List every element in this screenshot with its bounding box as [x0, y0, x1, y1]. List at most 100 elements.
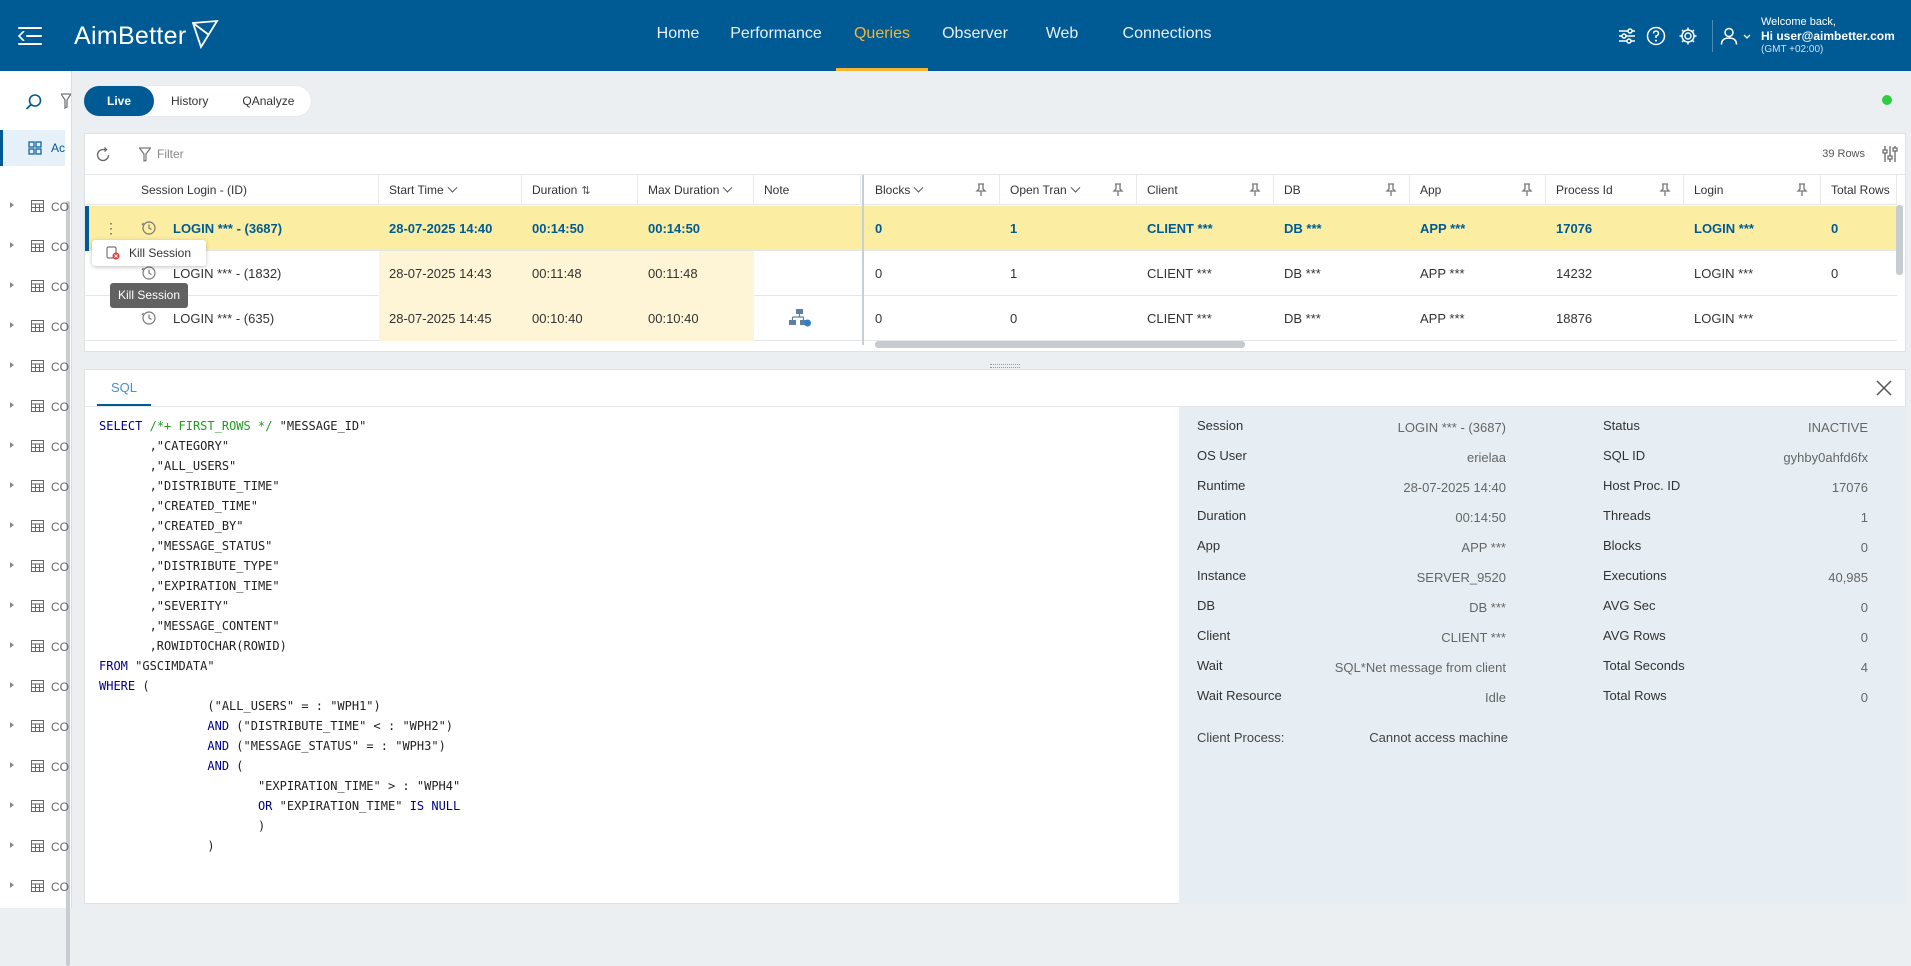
sidebar-item[interactable]: CO	[0, 268, 69, 308]
expand-arrow-icon[interactable]	[10, 762, 14, 768]
filter-icon[interactable]	[61, 93, 71, 109]
nav-web[interactable]: Web	[1022, 0, 1102, 71]
table-row[interactable]: LOGIN *** - (635) 28-07-2025 14:45 00:10:4…	[85, 296, 1897, 341]
nav-observer[interactable]: Observer	[928, 0, 1022, 71]
column-header[interactable]: Open Tran	[1000, 175, 1137, 205]
expand-arrow-icon[interactable]	[10, 642, 14, 648]
expand-arrow-icon[interactable]	[10, 442, 14, 448]
expand-arrow-icon[interactable]	[10, 282, 14, 288]
cell-open-tran: 1	[1010, 221, 1018, 236]
sort-icon[interactable]: ⇅	[581, 185, 590, 197]
expand-arrow-icon[interactable]	[10, 602, 14, 608]
column-header[interactable]: Start Time	[379, 175, 522, 205]
expand-arrow-icon[interactable]	[10, 842, 14, 848]
app-logo[interactable]: AimBetter	[74, 22, 186, 51]
filter-input[interactable]: Filter	[157, 147, 184, 161]
tab-history[interactable]: History	[154, 86, 225, 116]
expand-arrow-icon[interactable]	[10, 402, 14, 408]
sidebar-item[interactable]: CO	[0, 548, 69, 588]
pin-icon[interactable]	[975, 183, 987, 197]
row-menu-icon[interactable]: ⋮	[104, 218, 118, 238]
sidebar-item[interactable]: CO	[0, 788, 69, 828]
column-header[interactable]: Process Id	[1546, 175, 1684, 205]
chevron-down-icon[interactable]	[447, 182, 458, 193]
column-header[interactable]: Duration ⇅	[522, 175, 638, 205]
expand-arrow-icon[interactable]	[10, 242, 14, 248]
chevron-down-icon[interactable]	[722, 182, 733, 193]
column-header[interactable]: Note	[754, 175, 861, 205]
expand-arrow-icon[interactable]	[10, 322, 14, 328]
nav-queries[interactable]: Queries	[836, 0, 928, 71]
gear-icon[interactable]	[1678, 26, 1698, 46]
table-row[interactable]: LOGIN *** - (1832) 28-07-2025 14:43 00:11:…	[85, 251, 1897, 296]
menu-toggle-icon[interactable]	[18, 25, 42, 47]
vertical-scrollbar[interactable]	[1896, 205, 1903, 275]
sidebar-item[interactable]: CO	[0, 388, 69, 428]
refresh-icon[interactable]	[95, 147, 111, 163]
column-header[interactable]: Client	[1137, 175, 1274, 205]
nav-connections[interactable]: Connections	[1102, 0, 1232, 71]
sidebar-item[interactable]: CO	[0, 188, 69, 228]
filter-icon[interactable]	[139, 147, 151, 162]
user-info[interactable]: Welcome back, Hi user@aimbetter.com (GMT…	[1761, 15, 1895, 57]
expand-arrow-icon[interactable]	[10, 562, 14, 568]
column-header[interactable]: Max Duration	[638, 175, 754, 205]
sidebar-item[interactable]: CO	[0, 708, 69, 748]
sidebar-item[interactable]: CO	[0, 348, 69, 388]
column-header[interactable]: Login	[1684, 175, 1821, 205]
detail-value: 4	[1860, 660, 1868, 675]
horizontal-scrollbar[interactable]	[875, 341, 1245, 348]
kill-session-menu-item[interactable]: Kill Session	[92, 240, 206, 266]
help-icon[interactable]	[1646, 26, 1666, 46]
user-icon[interactable]	[1719, 26, 1739, 46]
sidebar-item[interactable]: CO	[0, 308, 69, 348]
pin-icon[interactable]	[1112, 183, 1124, 197]
sidebar-item[interactable]: CO	[0, 588, 69, 628]
column-header[interactable]: Blocks	[865, 175, 1000, 205]
sidebar-item[interactable]: CO	[0, 228, 69, 268]
pin-icon[interactable]	[1249, 183, 1261, 197]
chevron-down-icon[interactable]	[1743, 34, 1751, 40]
column-header[interactable]: App	[1410, 175, 1546, 205]
column-settings-icon[interactable]	[1881, 145, 1899, 163]
sidebar-item[interactable]: CO	[0, 628, 69, 668]
sidebar-item[interactable]: CO	[0, 828, 69, 868]
pin-icon[interactable]	[1385, 183, 1397, 197]
expand-arrow-icon[interactable]	[10, 882, 14, 888]
expand-arrow-icon[interactable]	[10, 802, 14, 808]
chevron-down-icon[interactable]	[1070, 182, 1081, 193]
frozen-column-divider[interactable]	[862, 175, 864, 345]
expand-arrow-icon[interactable]	[10, 482, 14, 488]
pin-icon[interactable]	[1796, 183, 1808, 197]
nav-home[interactable]: Home	[640, 0, 716, 71]
column-header[interactable]: Total Rows	[1821, 175, 1897, 205]
sidebar-item[interactable]: CO	[0, 508, 69, 548]
expand-arrow-icon[interactable]	[10, 362, 14, 368]
chevron-down-icon[interactable]	[913, 182, 924, 193]
close-icon[interactable]	[1875, 379, 1893, 397]
sidebar-item[interactable]: CO	[0, 428, 69, 468]
tab-sql[interactable]: SQL	[97, 370, 152, 406]
resize-handle[interactable]	[990, 364, 1020, 368]
expand-arrow-icon[interactable]	[10, 722, 14, 728]
nav-performance[interactable]: Performance	[716, 0, 836, 71]
sidebar-item-active[interactable]: Ac	[0, 130, 65, 166]
search-icon[interactable]	[25, 93, 43, 111]
sliders-icon[interactable]	[1617, 26, 1637, 46]
sidebar-item[interactable]: CO	[0, 668, 69, 708]
table-row[interactable]: ⋮ LOGIN *** - (3687) 28-07-2025 14:40 00:14…	[85, 206, 1897, 251]
pin-icon[interactable]	[1659, 183, 1671, 197]
pin-icon[interactable]	[1521, 183, 1533, 197]
column-header[interactable]: DB	[1274, 175, 1410, 205]
expand-arrow-icon[interactable]	[10, 202, 14, 208]
tab-qanalyze[interactable]: QAnalyze	[225, 86, 311, 116]
tab-live[interactable]: Live	[84, 86, 155, 116]
sidebar-item[interactable]: CO	[0, 468, 69, 508]
expand-arrow-icon[interactable]	[10, 682, 14, 688]
column-header[interactable]: Session Login - (ID)	[131, 175, 379, 205]
sidebar-item[interactable]: CO	[0, 868, 69, 908]
execution-plan-icon[interactable]	[788, 308, 812, 328]
sidebar-item[interactable]: CO	[0, 748, 69, 788]
expand-arrow-icon[interactable]	[10, 522, 14, 528]
sql-line: AND (	[99, 756, 460, 776]
